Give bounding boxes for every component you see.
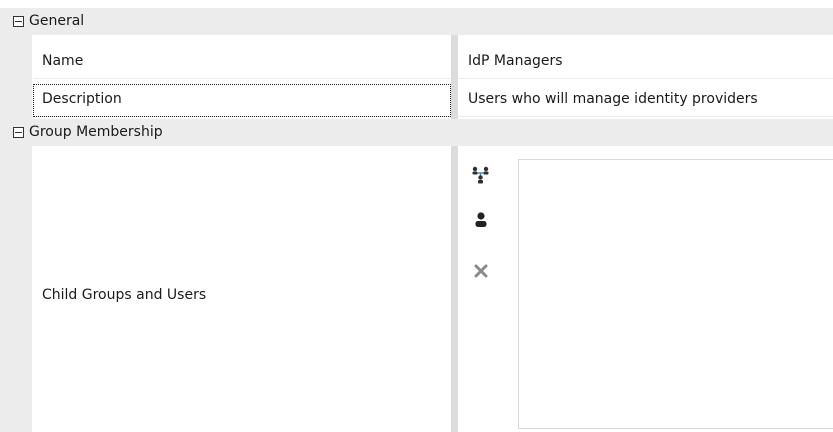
property-row-description[interactable]: Description Users who will manage identi… [0,84,833,117]
collapse-group-membership-icon[interactable] [13,127,24,138]
name-value[interactable]: IdP Managers [468,53,563,69]
property-description-label: Description [42,91,122,107]
property-name-label: Name [42,53,84,69]
description-value[interactable]: Users who will manage identity providers [468,91,758,107]
property-description-value-cell[interactable]: Users who will manage identity providers [458,84,833,117]
property-grid: General Name IdP Managers Description Us… [0,0,833,432]
property-description-cell[interactable]: Description [33,84,451,117]
property-row-name[interactable]: Name IdP Managers [0,46,833,79]
category-group-membership[interactable]: Group Membership [0,119,833,146]
category-group-membership-label: Group Membership [29,124,163,140]
add-user-icon[interactable] [470,209,492,231]
remove-icon[interactable] [470,260,492,282]
category-general-value-area [458,8,833,35]
child-groups-list[interactable] [518,159,833,429]
category-general[interactable]: General [0,8,833,35]
collapse-general-icon[interactable] [13,16,24,27]
add-group-icon[interactable] [470,164,492,186]
property-child-groups-label: Child Groups and Users [42,287,207,303]
category-group-membership-value-area [458,119,833,146]
property-child-groups-cell[interactable]: Child Groups and Users [33,151,451,432]
category-general-label: General [29,13,85,29]
property-name-value-cell[interactable]: IdP Managers [458,46,833,79]
property-name-cell[interactable]: Name [33,46,451,79]
